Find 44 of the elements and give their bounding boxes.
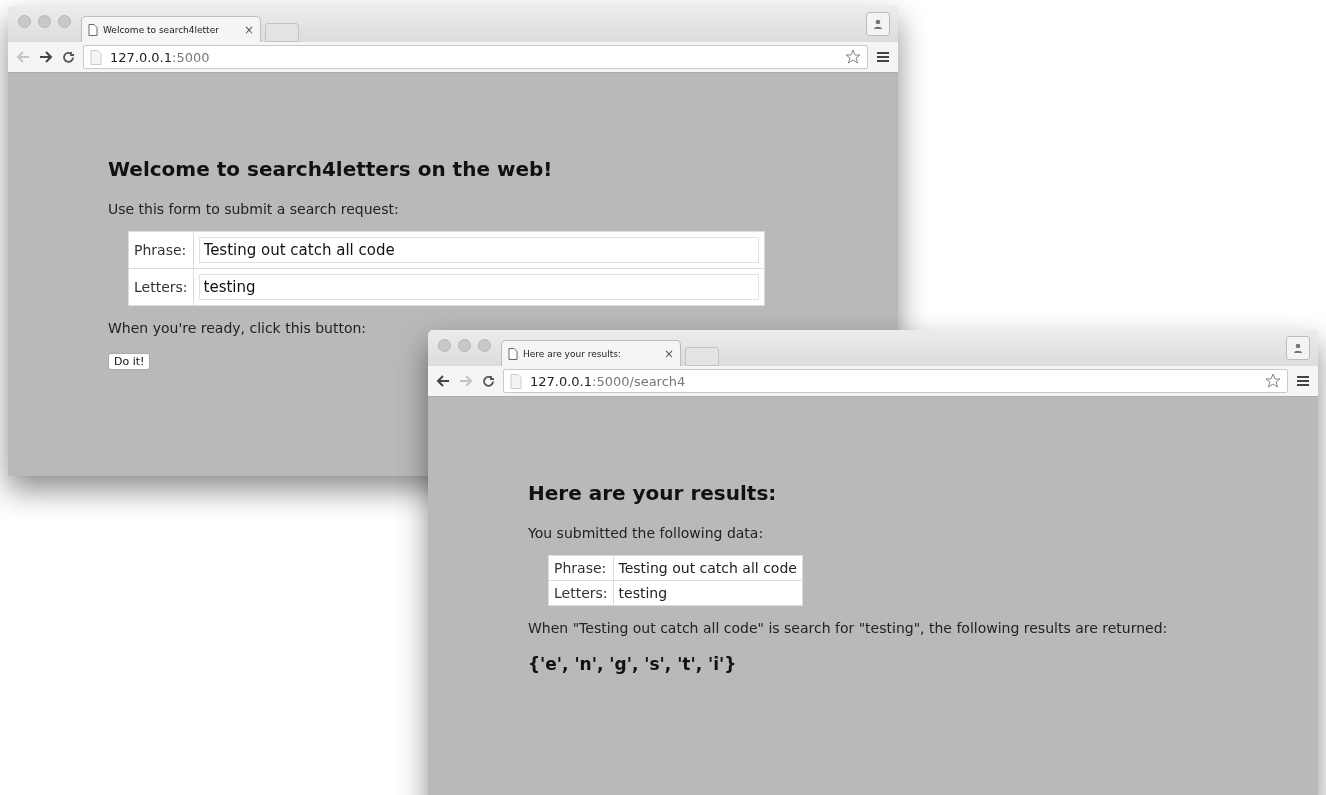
person-icon[interactable] [872, 18, 884, 30]
menu-icon[interactable] [1296, 375, 1310, 387]
table-cell: Phrase: [548, 555, 614, 581]
profile-button[interactable] [1286, 336, 1310, 360]
reload-icon[interactable] [482, 374, 495, 388]
page-icon [508, 347, 518, 360]
input-field[interactable]: Testing out catch all code [198, 237, 759, 263]
window-control-icon[interactable] [478, 338, 491, 352]
browser-tab[interactable]: Here are your results: × [501, 340, 681, 366]
page-icon [510, 373, 522, 389]
field-label: Letters: [128, 268, 194, 306]
close-tab-button[interactable]: × [243, 22, 254, 37]
table-cell: Letters: [548, 580, 614, 606]
window-control-icon[interactable] [458, 338, 471, 352]
person-icon[interactable] [1292, 342, 1304, 354]
window-control-icon[interactable] [58, 14, 71, 28]
page-heading: Here are your results: [528, 481, 778, 505]
profile-button[interactable] [866, 12, 890, 36]
result-message: When "Testing out catch all code" is search for "testing", the following results are returned: [528, 620, 1169, 636]
intro-text: Use this form to submit a search request: [108, 201, 400, 217]
table-cell: Testing out catch all code [613, 555, 803, 581]
window-control-icon[interactable] [438, 338, 451, 352]
back-icon[interactable] [436, 374, 451, 388]
star-icon[interactable] [1265, 373, 1281, 389]
forward-icon[interactable] [39, 50, 54, 64]
address-bar[interactable]: 127.0.0.1:5000 [83, 45, 868, 69]
address-bar[interactable]: 127.0.0.1:5000/search4 [503, 369, 1288, 393]
browser-tab[interactable]: Welcome to search4letter × [81, 16, 261, 42]
star-icon[interactable] [845, 49, 861, 65]
close-tab-button[interactable]: × [663, 346, 674, 361]
window-control-icon[interactable] [18, 14, 31, 28]
page-icon [88, 23, 98, 36]
prompt-text: When you're ready, click this button: [108, 320, 368, 336]
table-cell: testing [613, 580, 803, 606]
submit-button[interactable]: Do it! [108, 353, 151, 370]
reload-icon[interactable] [62, 50, 75, 64]
field-label: Phrase: [128, 231, 194, 269]
menu-icon[interactable] [876, 51, 890, 63]
page-icon [90, 49, 102, 65]
window-control-icon[interactable] [38, 14, 51, 28]
input-field[interactable]: testing [198, 274, 759, 300]
page-heading: Welcome to search4letters on the web! [108, 157, 554, 181]
intro-text: You submitted the following data: [528, 525, 765, 541]
result-text: {'e', 'n', 'g', 's', 't', 'i'} [528, 654, 738, 674]
